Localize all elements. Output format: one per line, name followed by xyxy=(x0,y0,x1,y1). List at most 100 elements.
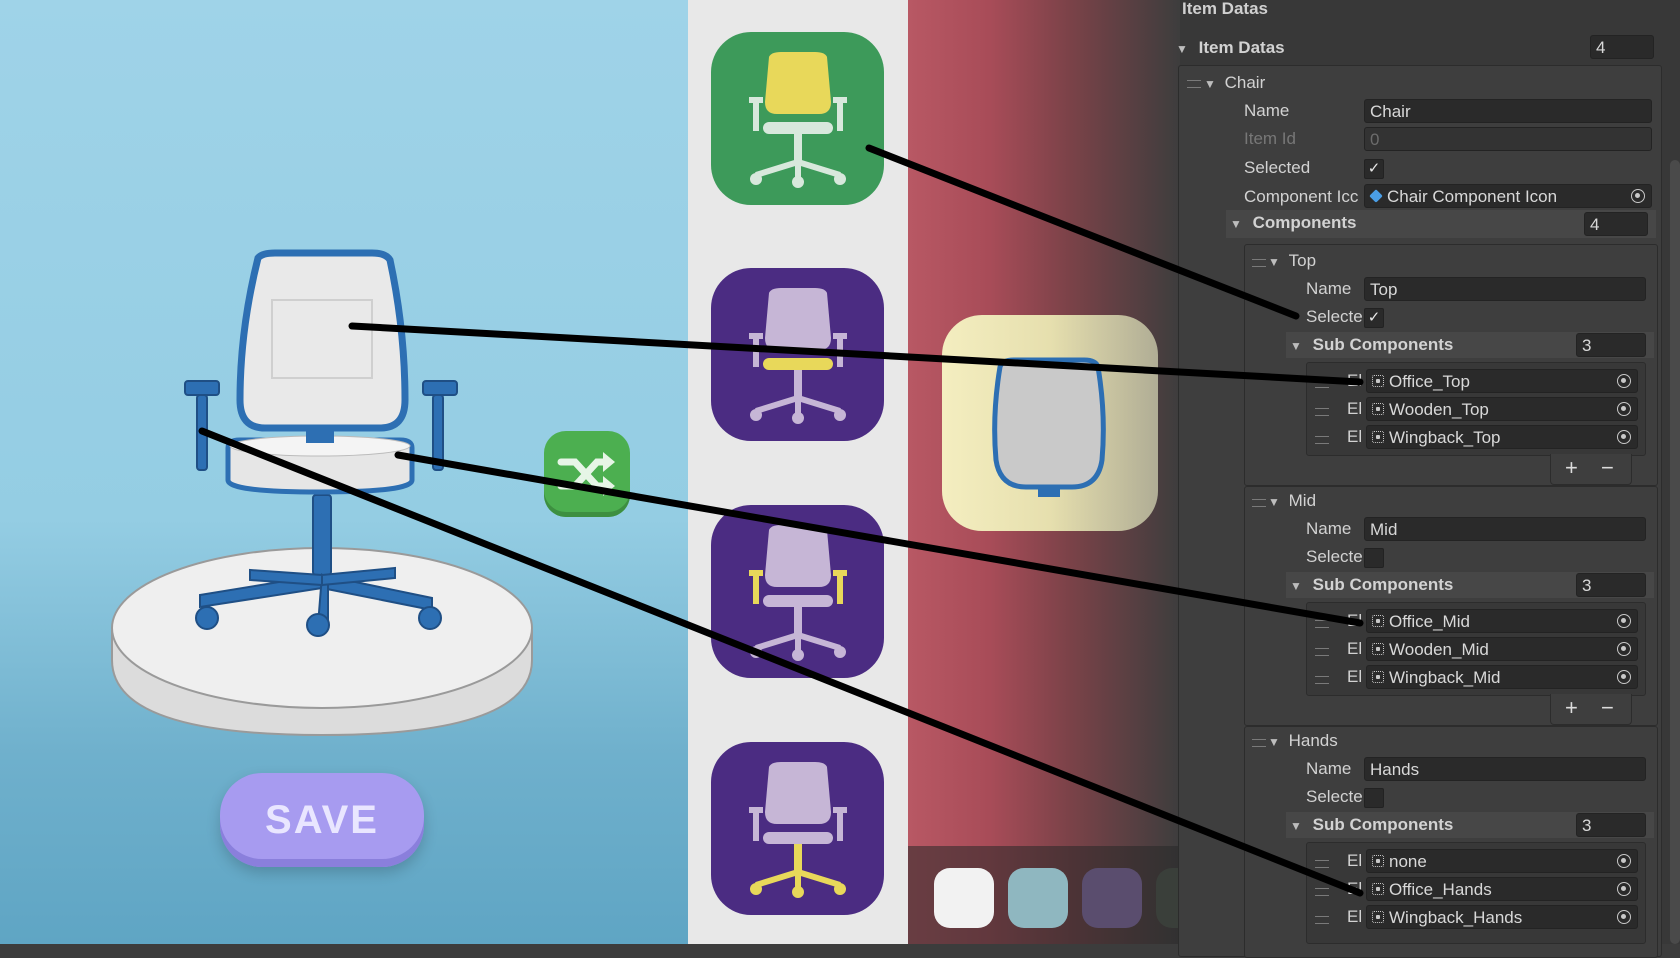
category-button-top[interactable] xyxy=(711,32,884,205)
swatch-dark[interactable] xyxy=(1156,868,1180,928)
drag-handle-icon[interactable] xyxy=(1252,739,1266,747)
component-name-field[interactable]: Top xyxy=(1364,277,1646,301)
remove-element-button[interactable]: − xyxy=(1601,455,1614,481)
chair-legs-icon xyxy=(749,762,847,898)
object-picker-icon[interactable] xyxy=(1617,402,1631,416)
element-label: El xyxy=(1347,851,1363,870)
sub-components-label: Sub Components xyxy=(1312,815,1454,834)
object-picker-icon[interactable] xyxy=(1617,854,1631,868)
selected-checkbox[interactable] xyxy=(1364,788,1384,808)
foldout-arrow-icon: ▼ xyxy=(1290,339,1302,353)
swatch-white[interactable] xyxy=(934,868,994,928)
sub-components-size-field[interactable]: 3 xyxy=(1576,333,1646,357)
object-picker-icon[interactable] xyxy=(1617,910,1631,924)
item-name-field[interactable]: Chair xyxy=(1364,99,1652,123)
object-picker-icon[interactable] xyxy=(1617,670,1631,684)
item-id-field: 0 xyxy=(1364,127,1652,151)
variant-preview-card[interactable] xyxy=(942,315,1158,531)
element-field[interactable]: Office_Mid xyxy=(1366,609,1638,633)
category-button-hands[interactable] xyxy=(711,505,884,678)
component-foldout-hands[interactable]: ▼ Hands xyxy=(1268,728,1338,754)
selected-checkbox[interactable]: ✓ xyxy=(1364,308,1384,328)
element-field[interactable]: Wooden_Mid xyxy=(1366,637,1638,661)
sub-components-size-field[interactable]: 3 xyxy=(1576,573,1646,597)
drag-handle-icon[interactable] xyxy=(1315,408,1329,416)
element-field[interactable]: Wingback_Mid xyxy=(1366,665,1638,689)
category-panel xyxy=(688,0,908,944)
object-picker-icon[interactable] xyxy=(1617,374,1631,388)
swatch-purple[interactable] xyxy=(1082,868,1142,928)
add-element-button[interactable]: + xyxy=(1565,695,1578,721)
object-picker-icon[interactable] xyxy=(1617,614,1631,628)
inspector-scrollbar[interactable] xyxy=(1670,160,1680,944)
object-picker-icon[interactable] xyxy=(1617,430,1631,444)
element-field[interactable]: Wooden_Top xyxy=(1366,397,1638,421)
prefab-icon xyxy=(1372,431,1384,443)
sub-components-size-field[interactable]: 3 xyxy=(1576,813,1646,837)
drag-handle-icon[interactable] xyxy=(1315,620,1329,628)
element-value: Wingback_Mid xyxy=(1389,668,1501,687)
drag-handle-icon[interactable] xyxy=(1315,436,1329,444)
object-picker-icon[interactable] xyxy=(1617,642,1631,656)
selected-checkbox[interactable]: ✓ xyxy=(1364,159,1384,179)
list-add-remove: + − xyxy=(1550,454,1632,485)
list-add-remove: + − xyxy=(1550,694,1632,725)
drag-handle-icon[interactable] xyxy=(1315,860,1329,868)
element-label: El xyxy=(1347,611,1363,630)
category-button-mid[interactable] xyxy=(711,268,884,441)
component-name-field[interactable]: Hands xyxy=(1364,757,1646,781)
item-id-label: Item Id xyxy=(1244,129,1296,148)
object-picker-icon[interactable] xyxy=(1631,189,1645,203)
chair-top-icon xyxy=(749,52,847,188)
foldout-arrow-icon: ▼ xyxy=(1204,77,1216,91)
selected-label: Selected xyxy=(1244,158,1311,177)
variant-panel xyxy=(908,0,1180,944)
foldout-arrow-icon: ▼ xyxy=(1268,495,1280,509)
add-element-button[interactable]: + xyxy=(1565,455,1578,481)
object-picker-icon[interactable] xyxy=(1617,882,1631,896)
element-field[interactable]: Office_Hands xyxy=(1366,877,1638,901)
sub-components-label: Sub Components xyxy=(1312,335,1454,354)
component-name-field[interactable]: Mid xyxy=(1364,517,1646,541)
drag-handle-icon[interactable] xyxy=(1315,676,1329,684)
component-foldout-mid[interactable]: ▼ Mid xyxy=(1268,488,1316,514)
foldout-arrow-icon: ▼ xyxy=(1290,819,1302,833)
chair-mid-icon xyxy=(749,288,847,424)
component-foldout-top[interactable]: ▼ Top xyxy=(1268,248,1316,274)
selected-checkbox[interactable] xyxy=(1364,548,1384,568)
drag-handle-icon[interactable] xyxy=(1315,916,1329,924)
remove-element-button[interactable]: − xyxy=(1601,695,1614,721)
save-button[interactable]: SAVE xyxy=(220,773,424,867)
swatch-teal[interactable] xyxy=(1008,868,1068,928)
item-datas-size-field[interactable]: 4 xyxy=(1590,35,1654,59)
drag-handle-icon[interactable] xyxy=(1315,888,1329,896)
item-datas-foldout[interactable]: ▼ Item Datas xyxy=(1176,35,1285,61)
drag-handle-icon[interactable] xyxy=(1252,259,1266,267)
element-field[interactable]: Office_Top xyxy=(1366,369,1638,393)
category-button-legs[interactable] xyxy=(711,742,884,915)
drag-handle-icon[interactable] xyxy=(1315,380,1329,388)
element-value: Office_Mid xyxy=(1389,612,1470,631)
chair-foldout[interactable]: ▼ Chair xyxy=(1204,70,1265,96)
element-label: El xyxy=(1347,639,1363,658)
components-size-field[interactable]: 4 xyxy=(1584,212,1648,236)
chair-label: Chair xyxy=(1224,73,1266,92)
component-icon-field[interactable]: Chair Component Icon xyxy=(1364,184,1652,208)
prefab-icon xyxy=(1372,403,1384,415)
element-field[interactable]: none xyxy=(1366,849,1638,873)
element-label: El xyxy=(1347,371,1363,390)
drag-handle-icon[interactable] xyxy=(1187,80,1201,88)
drag-handle-icon[interactable] xyxy=(1315,648,1329,656)
element-value: none xyxy=(1389,852,1427,871)
drag-handle-icon[interactable] xyxy=(1252,499,1266,507)
inspector-header: Item Datas xyxy=(1182,0,1268,18)
component-label: Hands xyxy=(1288,731,1338,750)
element-field[interactable]: Wingback_Top xyxy=(1366,425,1638,449)
element-field[interactable]: Wingback_Hands xyxy=(1366,905,1638,929)
shuffle-button[interactable] xyxy=(544,431,630,517)
element-value: Wingback_Hands xyxy=(1389,908,1523,927)
item-datas-label: Item Datas xyxy=(1198,38,1285,57)
swatch-bar xyxy=(908,846,1180,944)
element-label: El xyxy=(1347,879,1363,898)
prefab-icon xyxy=(1372,911,1384,923)
